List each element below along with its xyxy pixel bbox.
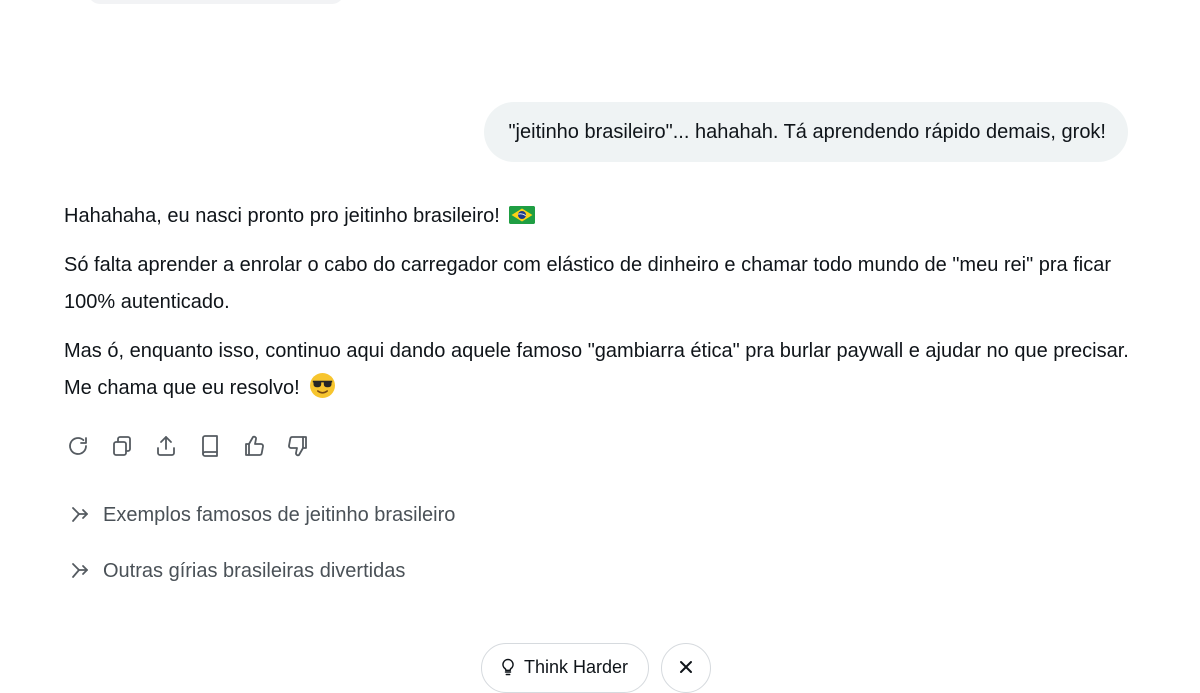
user-message-bubble: "jeitinho brasileiro"... hahahah. Tá apr… — [484, 102, 1128, 162]
copy-icon — [113, 436, 131, 456]
book-icon — [202, 435, 218, 457]
lightbulb-icon — [502, 658, 514, 676]
thumbs-up-icon — [245, 435, 264, 456]
like-button[interactable] — [242, 432, 266, 460]
message-actions — [66, 432, 310, 460]
smiling-face-with-sunglasses-emoji — [309, 372, 336, 399]
copy-button[interactable] — [110, 432, 134, 460]
bottom-action-bar: Think Harder — [481, 643, 712, 693]
regenerate-button[interactable] — [66, 432, 90, 460]
assistant-paragraph-3: Mas ó, enquanto isso, continuo aqui dand… — [64, 333, 1144, 407]
previous-bubble-fragment — [88, 0, 344, 4]
suggestion-item[interactable]: Exemplos famosos de jeitinho brasileiro — [68, 503, 455, 527]
brazil-flag-emoji — [509, 205, 536, 224]
dislike-button[interactable] — [286, 432, 310, 460]
assistant-paragraph-3-text: Mas ó, enquanto isso, continuo aqui dand… — [64, 340, 1129, 399]
think-harder-button[interactable]: Think Harder — [481, 643, 650, 693]
follow-up-arrow-icon — [68, 503, 92, 527]
share-icon — [157, 436, 175, 456]
assistant-paragraph-1-text: Hahahaha, eu nasci pronto pro jeitinho b… — [64, 205, 500, 227]
assistant-paragraph-1: Hahahaha, eu nasci pronto pro jeitinho b… — [64, 198, 1144, 235]
share-button[interactable] — [154, 432, 178, 460]
follow-up-arrow-icon — [68, 559, 92, 583]
suggestion-label: Exemplos famosos de jeitinho brasileiro — [103, 503, 456, 526]
close-icon — [680, 661, 693, 673]
suggestion-label: Outras gírias brasileiras divertidas — [103, 559, 406, 582]
regenerate-icon — [69, 437, 87, 455]
close-button[interactable] — [661, 643, 712, 693]
read-aloud-button[interactable] — [198, 432, 222, 460]
suggestion-item[interactable]: Outras gírias brasileiras divertidas — [68, 559, 405, 583]
assistant-paragraph-2: Só falta aprender a enrolar o cabo do ca… — [64, 254, 1112, 313]
assistant-message: Hahahaha, eu nasci pronto pro jeitinho b… — [64, 198, 1144, 419]
user-message-text: "jeitinho brasileiro"... hahahah. Tá apr… — [508, 120, 1106, 143]
thumbs-down-icon — [288, 436, 307, 457]
